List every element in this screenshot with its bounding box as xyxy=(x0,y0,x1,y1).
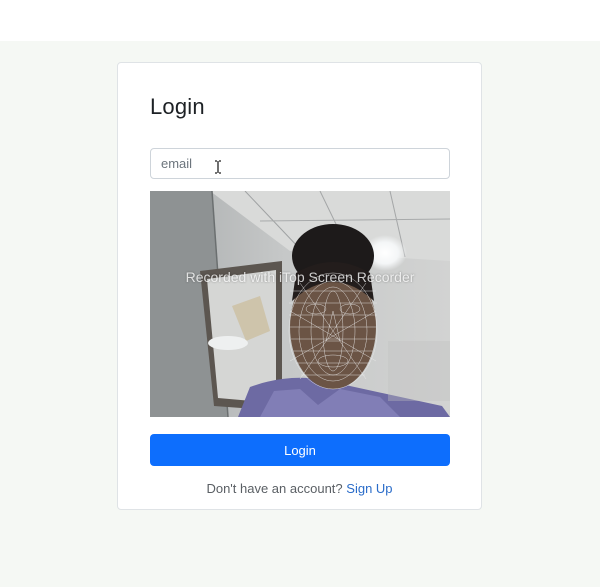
email-field[interactable] xyxy=(150,148,450,179)
signup-row: Don't have an account? Sign Up xyxy=(117,481,482,496)
signup-prompt: Don't have an account? xyxy=(206,481,343,496)
webcam-frame xyxy=(150,191,450,417)
recorder-watermark: Recorded with iTop Screen Recorder xyxy=(185,269,415,285)
webcam-preview: Recorded with iTop Screen Recorder xyxy=(150,191,450,417)
page-title: Login xyxy=(150,94,205,119)
text-cursor-icon xyxy=(215,160,221,174)
top-band xyxy=(0,0,600,41)
signup-link[interactable]: Sign Up xyxy=(346,481,392,496)
login-button[interactable]: Login xyxy=(150,434,450,466)
